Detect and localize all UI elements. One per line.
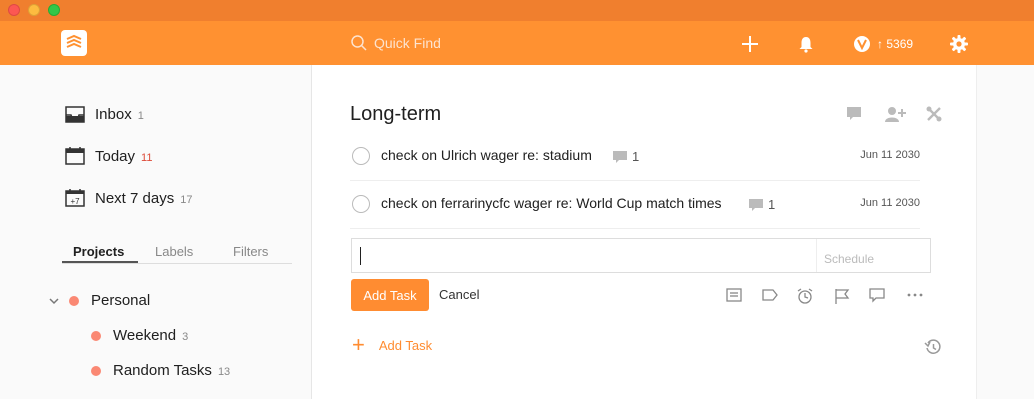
priority-flag-icon[interactable]	[833, 287, 851, 310]
karma-arrow: ↑	[877, 37, 883, 51]
tab-projects[interactable]: Projects	[73, 244, 124, 259]
more-options-icon[interactable]	[906, 287, 924, 308]
add-task-link[interactable]: + Add Task	[352, 332, 433, 357]
label-tag-icon[interactable]	[761, 287, 779, 308]
inbox-icon	[64, 103, 86, 125]
project-label: Random Tasks	[113, 362, 212, 379]
task-checkbox[interactable]	[352, 147, 370, 165]
sidebar-item-today[interactable]: Today 11	[64, 145, 152, 167]
todoist-logo-icon[interactable]	[61, 30, 87, 56]
today-label: Today	[95, 147, 136, 165]
schedule-input[interactable]: Schedule	[816, 239, 930, 272]
task-comments[interactable]: 1	[612, 149, 639, 164]
project-random-tasks[interactable]: Random Tasks 13	[91, 362, 230, 379]
comment-icon	[749, 198, 763, 211]
comment-count: 1	[768, 197, 776, 212]
task-item[interactable]: check on Ulrich wager re: stadium 1 Jun …	[350, 135, 920, 181]
calendar-today-icon	[64, 145, 86, 167]
inbox-label: Inbox	[95, 105, 132, 123]
project-tools-icon[interactable]	[925, 105, 943, 128]
next-7-days-label: Next 7 days	[95, 189, 175, 207]
project-color-dot	[69, 295, 79, 306]
zoom-window-button[interactable]	[48, 4, 60, 16]
project-color-dot	[91, 365, 101, 376]
svg-text:+7: +7	[70, 197, 80, 206]
add-task-button[interactable]: Add Task	[351, 279, 429, 311]
reminder-alarm-icon[interactable]	[796, 287, 814, 310]
calendar-week-icon: +7	[64, 187, 86, 209]
project-label: Personal	[91, 292, 151, 309]
task-checkbox[interactable]	[352, 195, 370, 213]
task-editor-input[interactable]: Schedule	[351, 238, 931, 273]
add-comment-icon[interactable]	[868, 287, 886, 308]
today-count: 11	[141, 151, 153, 164]
tab-filters[interactable]: Filters	[233, 244, 268, 259]
right-gutter	[976, 65, 1034, 399]
sidebar-item-next-7-days[interactable]: +7 Next 7 days 17	[64, 187, 192, 209]
project-comments-icon[interactable]	[845, 105, 863, 128]
sidebar-item-inbox[interactable]: Inbox 1	[64, 103, 144, 125]
project-select-icon[interactable]	[725, 287, 743, 308]
task-comments[interactable]: 1	[748, 197, 775, 212]
add-task-plus-icon[interactable]	[740, 33, 760, 55]
task-item[interactable]: check on ferrarinycfc wager re: World Cu…	[350, 183, 920, 229]
share-project-icon[interactable]	[884, 105, 906, 128]
karma-indicator[interactable]: ↑ 5369	[853, 33, 913, 55]
active-tab-indicator	[62, 261, 138, 263]
page-title: Long-term	[350, 103, 442, 125]
task-due-date[interactable]: Jun 11 2030	[860, 197, 920, 209]
notifications-bell-icon[interactable]	[796, 33, 816, 55]
text-caret	[360, 247, 361, 265]
minimize-window-button[interactable]	[28, 4, 40, 16]
window-titlebar	[0, 0, 1034, 21]
chevron-down-icon[interactable]	[48, 295, 60, 307]
task-content[interactable]: check on ferrarinycfc wager re: World Cu…	[381, 195, 722, 211]
task-due-date[interactable]: Jun 11 2030	[860, 149, 920, 161]
add-task-label: Add Task	[378, 337, 433, 353]
search-placeholder: Quick Find	[374, 35, 441, 51]
search-icon	[351, 35, 367, 51]
comment-count: 1	[632, 149, 640, 164]
project-count: 3	[182, 331, 189, 343]
task-content[interactable]: check on Ulrich wager re: stadium	[381, 147, 592, 163]
main-content: Long-term check on Ulrich wager re: stad…	[312, 65, 976, 399]
top-bar: Quick Find ↑ 5369	[0, 21, 1034, 65]
close-window-button[interactable]	[8, 4, 20, 16]
project-color-dot	[91, 330, 101, 341]
project-label: Weekend	[113, 327, 177, 344]
next-7-days-count: 17	[180, 193, 193, 206]
project-count: 13	[217, 366, 231, 378]
karma-icon	[854, 36, 870, 52]
tab-labels[interactable]: Labels	[155, 244, 193, 259]
settings-gear-icon[interactable]	[948, 33, 970, 55]
comment-icon	[613, 150, 627, 163]
quick-find-search[interactable]: Quick Find	[350, 32, 441, 54]
cancel-button[interactable]: Cancel	[439, 287, 479, 302]
sidebar: Inbox 1 Today 11 +7 Next 7 days 17 Proje…	[0, 65, 312, 399]
karma-value: 5369	[886, 37, 914, 51]
project-weekend[interactable]: Weekend 3	[91, 327, 188, 344]
sidebar-tabs: Projects Labels Filters	[62, 242, 292, 264]
project-personal[interactable]: Personal	[48, 292, 150, 309]
history-icon[interactable]	[924, 338, 942, 361]
inbox-count: 1	[137, 109, 144, 122]
plus-icon: +	[352, 332, 365, 357]
